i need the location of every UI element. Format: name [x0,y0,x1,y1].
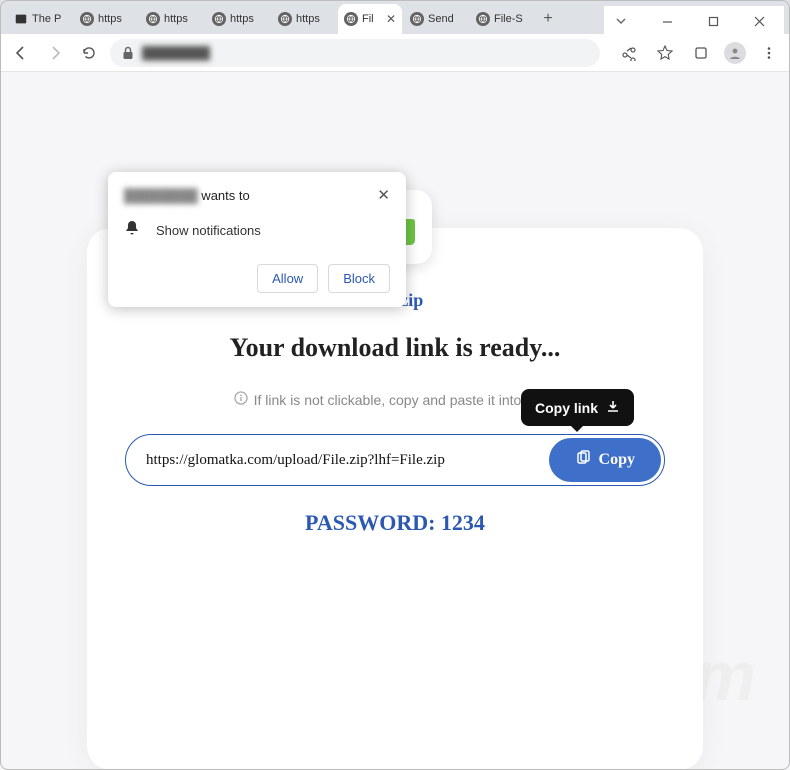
download-link[interactable]: https://glomatka.com/upload/File.zip?lhf… [146,452,539,469]
tab-label: The P [32,13,61,25]
block-label: Block [343,271,375,286]
tab-4[interactable]: https [272,4,336,34]
address-bar[interactable]: ████████ [110,39,600,67]
link-row: Copy link https://glomatka.com/upload/Fi… [125,434,665,486]
browser-toolbar: ████████ [0,34,790,72]
new-tab-button[interactable]: + [536,7,560,31]
block-button[interactable]: Block [328,264,390,293]
tooltip-label: Copy link [535,400,598,416]
hint-label: If link is not clickable, copy and paste… [254,392,557,408]
chevron-down-icon[interactable] [604,10,638,32]
permission-site: ████████ wants to [124,188,250,203]
info-icon [234,391,248,408]
tab-1[interactable]: https [74,4,138,34]
globe-icon [410,12,424,26]
globe-icon [476,12,490,26]
maximize-button[interactable] [696,10,730,32]
tab-strip: The P https https https https [0,0,790,34]
tab-2[interactable]: https [140,4,204,34]
download-card: File.zip Your download link is ready... … [87,228,703,770]
reload-button[interactable] [76,40,102,66]
profile-button[interactable] [724,42,746,64]
tab-label: https [164,13,188,25]
tab-label: Send [428,13,454,25]
tab-6[interactable]: Send [404,4,468,34]
window-close-button[interactable] [742,10,776,32]
menu-button[interactable] [756,40,782,66]
tab-label: https [98,13,122,25]
site-blurred: ████████ [124,188,198,203]
bell-icon [124,219,142,242]
allow-label: Allow [272,271,303,286]
back-button[interactable] [8,40,34,66]
globe-icon [344,12,358,26]
close-icon[interactable]: ✕ [386,12,396,26]
tab-label: File-S [494,13,523,25]
tab-5-active[interactable]: Fil ✕ [338,4,402,34]
password-text: PASSWORD: 1234 [107,510,683,536]
notification-permission-popup: ████████ wants to ✕ Show notifications A… [108,172,406,307]
copy-button[interactable]: Copy [549,438,661,482]
tab-favicon [14,12,28,26]
copy-icon [575,450,591,471]
allow-button[interactable]: Allow [257,264,318,293]
forward-button[interactable] [42,40,68,66]
page-content: pcrisk.com File.zip Your download link i… [0,72,790,770]
headline: Your download link is ready... [107,333,683,363]
wants-to-label: wants to [198,188,250,203]
copy-label: Copy [599,451,635,469]
tab-label: https [230,13,254,25]
star-icon[interactable] [652,40,678,66]
tab-label: https [296,13,320,25]
copy-tooltip: Copy link [521,389,634,426]
popup-close-button[interactable]: ✕ [377,188,390,203]
lock-icon[interactable] [120,45,136,61]
hint-text: If link is not clickable, copy and paste… [234,391,557,408]
globe-icon [212,12,226,26]
notification-label: Show notifications [156,223,261,238]
minimize-button[interactable] [650,10,684,32]
extensions-icon[interactable] [688,40,714,66]
globe-icon [278,12,292,26]
tab-3[interactable]: https [206,4,270,34]
globe-icon [80,12,94,26]
tab-label: Fil [362,13,374,25]
tab-0[interactable]: The P [8,4,72,34]
address-url: ████████ [142,46,590,60]
download-arrow-icon [606,399,620,416]
tab-7[interactable]: File-S [470,4,534,34]
share-icon[interactable] [616,40,642,66]
globe-icon [146,12,160,26]
